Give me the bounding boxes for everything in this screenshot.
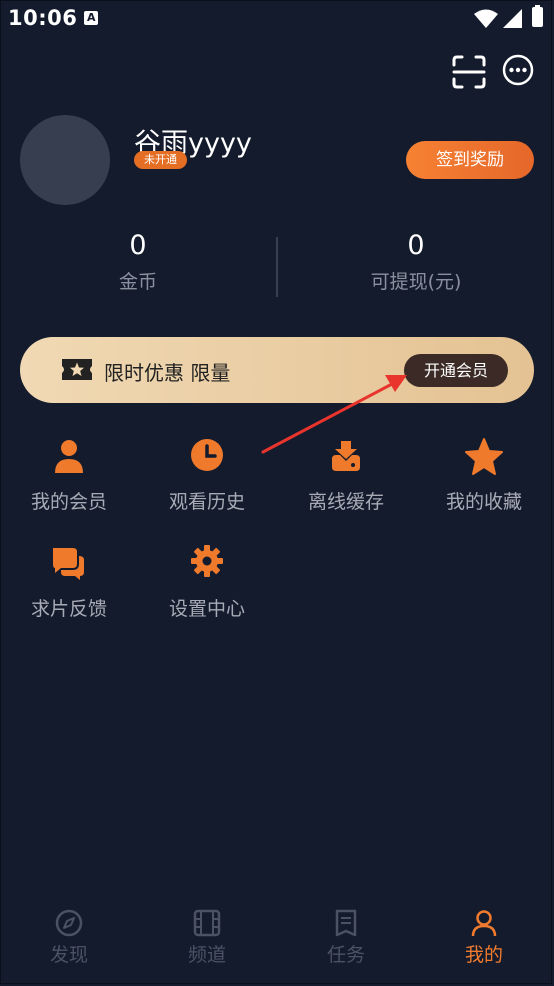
withdraw-value: 0 [407,230,425,261]
task-icon [335,909,357,937]
clock-icon [191,439,223,471]
user-icon [55,440,83,473]
settings-center-item[interactable]: 设置中心 [138,544,276,654]
vip-promo-banner[interactable]: 限时优惠 限量 开通会员 [20,337,534,403]
avatar[interactable] [20,115,110,205]
coins-stat[interactable]: 0 金币 [8,229,268,294]
vip-status-badge: 未开通 [134,151,187,169]
compass-icon [55,909,83,937]
my-favorites-item[interactable]: 我的收藏 [415,437,553,547]
watch-history-label: 观看历史 [168,491,245,513]
stats-divider [276,237,278,297]
coins-value: 0 [129,230,147,261]
signal-icon [503,9,522,28]
notification-icon: A [84,11,98,25]
battery-icon [532,5,543,27]
nav-discover-label: 发现 [49,944,88,966]
open-vip-button[interactable]: 开通会员 [404,354,508,387]
download-icon [332,441,360,471]
offline-cache-item[interactable]: 离线缓存 [277,437,415,547]
nav-mine-label: 我的 [464,944,503,966]
nav-mine[interactable]: 我的 [415,906,553,970]
ticket-star-icon [62,359,92,380]
person-icon [471,910,497,937]
scan-icon[interactable] [452,55,486,89]
star-icon [465,438,503,475]
status-time: 10:06 [8,6,78,30]
request-feedback-label: 求片反馈 [30,598,107,620]
withdraw-stat[interactable]: 0 可提现(元) [286,229,546,294]
film-icon [193,909,221,937]
withdraw-label: 可提现(元) [370,271,462,293]
chat-icon [53,548,84,580]
my-vip-label: 我的会员 [30,491,107,513]
coins-label: 金币 [118,271,157,293]
status-bar: 10:06 A [0,0,554,40]
nav-tasks[interactable]: 任务 [277,906,415,970]
settings-center-label: 设置中心 [168,598,245,620]
more-icon[interactable] [502,54,534,86]
nav-channels-label: 频道 [187,944,226,966]
nav-discover[interactable]: 发现 [0,906,138,970]
watch-history-item[interactable]: 观看历史 [138,437,276,547]
gear-icon [191,545,223,577]
wifi-icon [474,9,498,28]
my-favorites-label: 我的收藏 [445,491,522,513]
promo-text: 限时优惠 限量 [104,361,231,385]
my-vip-item[interactable]: 我的会员 [0,437,138,547]
nav-tasks-label: 任务 [326,944,365,966]
offline-cache-label: 离线缓存 [307,491,384,513]
checkin-reward-button[interactable]: 签到奖励 [406,141,534,179]
nav-channels[interactable]: 频道 [138,906,276,970]
request-feedback-item[interactable]: 求片反馈 [0,544,138,654]
